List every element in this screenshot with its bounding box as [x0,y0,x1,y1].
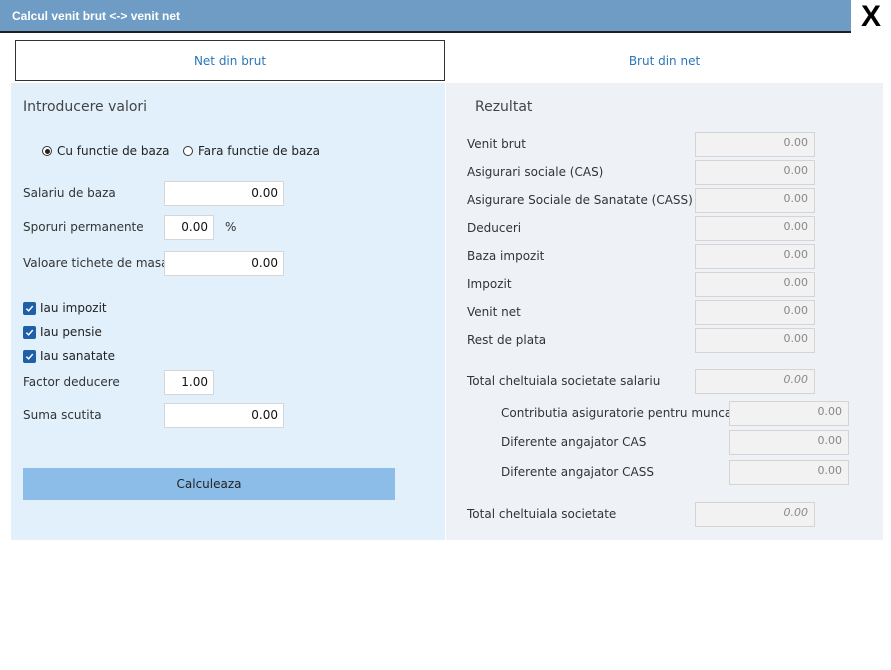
sub-label-diferente-cas: Diferente angajator CAS [501,435,647,449]
result-label-deduceri: Deduceri [467,221,522,235]
tichete-label: Valoare tichete de masa [23,256,169,270]
checkbox-pensie-label: Iau pensie [40,325,102,339]
checkmark-icon [23,325,36,339]
checkbox-impozit[interactable]: Iau impozit [23,301,107,315]
checkbox-sanatate-label: Iau sanatate [40,349,116,363]
checkbox-sanatate[interactable]: Iau sanatate [23,349,115,363]
calculeaza-button[interactable]: Calculeaza [23,468,395,500]
result-field-baza-impozit: 0.00 [695,244,815,269]
result-label-cas: Asigurari sociale (CAS) [467,165,604,179]
checkbox-pensie[interactable]: Iau pensie [23,325,102,339]
window-title: Calcul venit brut <-> venit net [12,9,181,23]
checkmark-icon [23,349,36,363]
tab-net-din-brut[interactable]: Net din brut [15,40,445,81]
input-panel-title: Introducere valori [23,99,148,115]
radio-fara-functie-label: Fara functie de baza [198,144,320,158]
radio-unselected-icon [183,146,193,156]
radio-fara-functie[interactable]: Fara functie de baza [183,144,320,158]
total-salariu-field: 0.00 [695,369,815,394]
sub-label-diferente-cass: Diferente angajator CASS [501,465,654,479]
result-field-cas: 0.00 [695,160,815,185]
sporuri-input[interactable]: 0.00 [164,215,214,240]
suma-label: Suma scutita [23,408,102,422]
salariu-input[interactable]: 0.00 [164,181,284,206]
percent-unit: % [225,220,237,234]
result-panel-title: Rezultat [475,99,533,115]
result-label-venit-brut: Venit brut [467,137,526,151]
result-label-baza-impozit: Baza impozit [467,249,545,263]
sub-label-contributia: Contributia asiguratorie pentru munca [501,406,733,420]
result-field-deduceri: 0.00 [695,216,815,241]
result-label-impozit: Impozit [467,277,512,291]
close-button[interactable]: X [851,0,891,33]
sub-field-diferente-cass: 0.00 [729,460,849,485]
factor-label: Factor deducere [23,375,120,389]
sub-field-diferente-cas: 0.00 [729,430,849,455]
sporuri-label: Sporuri permanente [23,220,144,234]
radio-cu-functie-label: Cu functie de baza [57,144,170,158]
total-field: 0.00 [695,502,815,527]
tab-brut-din-net[interactable]: Brut din net [446,40,883,81]
radio-selected-icon [42,146,52,156]
result-label-cass: Asigurare Sociale de Sanatate (CASS) [467,193,693,207]
sub-field-contributia: 0.00 [729,401,849,426]
result-field-cass: 0.00 [695,188,815,213]
title-bar: Calcul venit brut <-> venit net X [0,0,891,33]
result-label-venit-net: Venit net [467,305,521,319]
result-field-rest-de-plata: 0.00 [695,328,815,353]
total-label: Total cheltuiala societate [467,507,617,521]
total-salariu-label: Total cheltuiala societate salariu [467,374,661,388]
factor-input[interactable]: 1.00 [164,370,214,395]
radio-cu-functie[interactable]: Cu functie de baza [42,144,170,158]
tichete-input[interactable]: 0.00 [164,251,284,276]
result-field-venit-brut: 0.00 [695,132,815,157]
result-field-venit-net: 0.00 [695,300,815,325]
suma-input[interactable]: 0.00 [164,403,284,428]
salariu-label: Salariu de baza [23,186,116,200]
result-label-rest-de-plata: Rest de plata [467,333,547,347]
checkmark-icon [23,301,36,315]
result-field-impozit: 0.00 [695,272,815,297]
checkbox-impozit-label: Iau impozit [40,301,107,315]
